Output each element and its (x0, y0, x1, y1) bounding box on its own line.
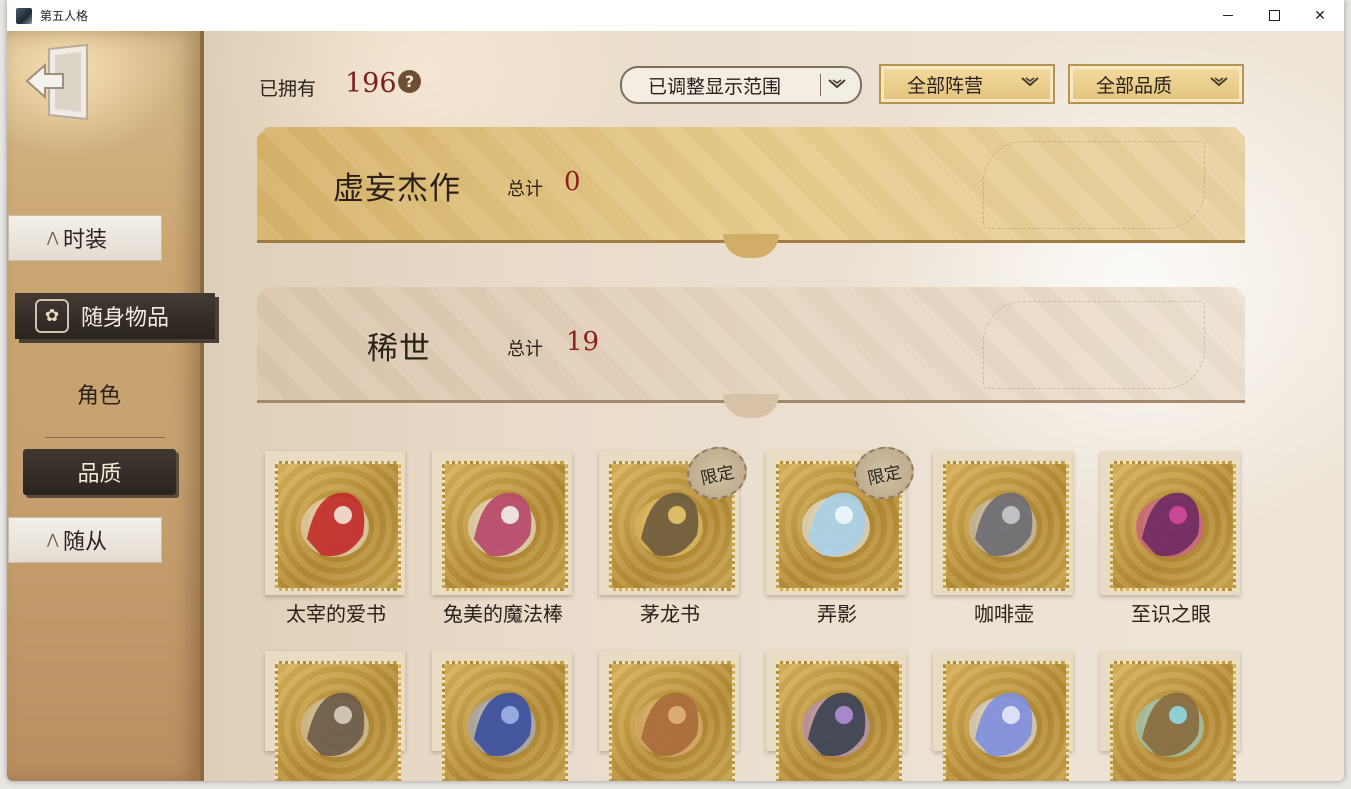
chevron-down-icon (828, 79, 846, 89)
quality-dropdown[interactable]: 全部品质 (1068, 64, 1244, 104)
banner-total-label: 总计 (507, 179, 543, 200)
maximize-button[interactable] (1251, 0, 1297, 31)
item-card[interactable]: 兔美的魔法棒 (432, 451, 574, 626)
item-name: 茅龙书 (640, 602, 700, 626)
rarity-banner-masterpiece[interactable]: 虚妄杰作 总计 0 (257, 127, 1245, 258)
item-card[interactable] (599, 651, 741, 781)
game-viewport: ⋀ 时装 ✿ 随身物品 角色 品质 ⋀ 随从 已拥有 196 ? 已调整显示范围… (7, 31, 1344, 781)
window-title: 第五人格 (40, 9, 89, 23)
nav-quality-label: 品质 (77, 462, 122, 487)
title-bar: 第五人格 ✕ (7, 0, 1344, 31)
item-card[interactable] (432, 651, 574, 781)
stamp-frame (265, 451, 405, 595)
nav-costume-tab[interactable]: ⋀ 时装 (8, 215, 162, 261)
nav-follower-tab[interactable]: ⋀ 随从 (8, 517, 162, 563)
nav-accessories-tab[interactable]: ✿ 随身物品 (15, 293, 215, 339)
magic-wand-icon (468, 492, 536, 557)
stamp-frame (933, 451, 1073, 595)
minimize-button[interactable] (1205, 0, 1251, 31)
stamp-frame (265, 651, 405, 781)
banner-notch (723, 394, 779, 418)
stamp-frame (432, 651, 572, 781)
item-card[interactable]: 限定 弄影 (766, 441, 919, 626)
item-card[interactable]: 太宰的爱书 (265, 451, 407, 626)
display-range-dropdown[interactable]: 已调整显示范围 (620, 66, 862, 104)
badge-emblem-icon: ✿ (35, 299, 69, 333)
nav-costume-label: 时装 (62, 228, 107, 253)
nav-accessories-label: 随身物品 (81, 306, 170, 331)
item-name: 弄影 (817, 602, 857, 626)
stamp-frame (933, 651, 1073, 781)
stamp-frame (766, 651, 906, 781)
creature-icon (301, 692, 369, 757)
nav-character-filter[interactable]: 角色 (19, 374, 179, 414)
camp-dropdown[interactable]: 全部阵营 (879, 64, 1055, 104)
coffee-pot-icon (969, 492, 1037, 557)
close-button[interactable]: ✕ (1297, 0, 1343, 31)
blue-potion-icon (468, 692, 536, 757)
banner-title: 虚妄杰作 (333, 171, 461, 207)
chevron-down-icon (1210, 77, 1228, 87)
exit-icon[interactable] (25, 43, 95, 121)
stamp-frame (599, 651, 739, 781)
display-range-label: 已调整显示范围 (648, 75, 782, 98)
item-card[interactable] (1100, 651, 1242, 781)
caret-up-icon: ⋀ (47, 532, 59, 548)
help-icon[interactable]: ? (398, 70, 421, 93)
item-name: 至识之眼 (1131, 602, 1211, 626)
stamp-frame (1100, 451, 1240, 595)
stamp-frame (1100, 651, 1240, 781)
red-book-icon (301, 492, 369, 557)
item-card[interactable]: 咖啡壶 (933, 451, 1075, 626)
item-card[interactable]: 至识之眼 (1100, 451, 1242, 626)
eye-orb-icon (1136, 492, 1204, 557)
gauntlet-icon (802, 692, 870, 757)
crystal-icon (969, 692, 1037, 757)
sidebar: ⋀ 时装 ✿ 随身物品 角色 品质 ⋀ 随从 (7, 31, 215, 781)
banner-notch (723, 234, 779, 258)
banner-total-value: 19 (566, 327, 600, 357)
floral-ornament-icon (983, 141, 1205, 229)
banner-total-value: 0 (564, 167, 581, 197)
nav-follower-label: 随从 (62, 530, 107, 555)
app-icon (16, 7, 32, 24)
banner-total-label: 总计 (507, 339, 543, 360)
camp-label: 全部阵营 (907, 74, 984, 97)
owned-label: 已拥有 (259, 78, 317, 100)
item-card[interactable]: 限定 茅龙书 (599, 441, 752, 626)
nav-quality-filter[interactable]: 品质 (23, 449, 176, 495)
item-name: 兔美的魔法棒 (443, 602, 563, 626)
floral-ornament-icon (983, 301, 1205, 389)
item-name: 太宰的爱书 (286, 602, 386, 626)
butterfly-icon (1136, 692, 1204, 757)
banner-title: 稀世 (367, 331, 431, 367)
item-name: 咖啡壶 (974, 602, 1034, 626)
app-window: 第五人格 ✕ ⋀ 时装 ✿ 随身物品 角色 品质 ⋀ 随从 已拥有 196 ? … (7, 0, 1344, 781)
scroll-icon (635, 692, 703, 757)
nav-character-label: 角色 (76, 384, 121, 409)
stamp-frame (432, 451, 572, 595)
dropdown-separator (820, 74, 821, 96)
item-card[interactable] (933, 651, 1075, 781)
owned-count: 196 (345, 68, 397, 99)
item-card[interactable] (766, 651, 908, 781)
quality-label: 全部品质 (1096, 74, 1173, 97)
nav-divider (45, 437, 165, 438)
item-card[interactable] (265, 651, 407, 781)
rarity-banner-rare[interactable]: 稀世 总计 19 (257, 287, 1245, 418)
chevron-down-icon (1021, 77, 1039, 87)
caret-up-icon: ⋀ (47, 230, 59, 246)
